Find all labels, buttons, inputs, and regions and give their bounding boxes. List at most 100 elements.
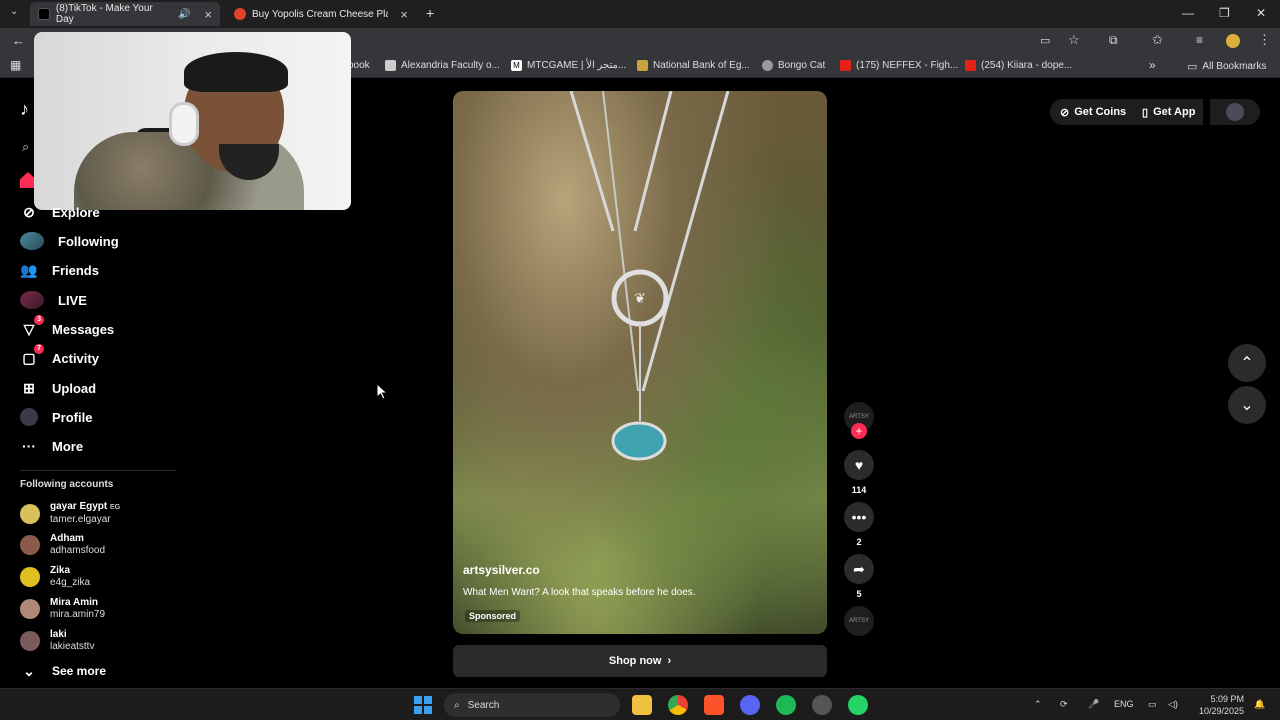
- video-caption: What Men Want? A look that speaks before…: [463, 587, 696, 598]
- close-tab-icon[interactable]: ×: [204, 7, 212, 22]
- sidebar-item-activity[interactable]: ▢ 7 Activity: [20, 344, 99, 367]
- youtube-favicon-icon: [840, 60, 851, 71]
- tray-sync-icon[interactable]: ⟳: [1060, 699, 1068, 710]
- phone-icon: ▯: [1142, 106, 1149, 119]
- sidebar-item-profile[interactable]: Profile: [20, 408, 92, 426]
- back-icon[interactable]: ←: [12, 33, 25, 48]
- webcam-overlay: [34, 32, 351, 210]
- clock[interactable]: 5:09 PM 10/29/2025: [1194, 693, 1244, 717]
- header-profile-avatar[interactable]: [1210, 99, 1260, 125]
- maximize-icon[interactable]: ❐: [1219, 6, 1230, 20]
- app-icon[interactable]: [812, 695, 832, 715]
- brave-icon[interactable]: [704, 695, 724, 715]
- taskbar-search[interactable]: ⌕ Search: [444, 693, 620, 717]
- tab-tiktok[interactable]: (8)TikTok - Make Your Day 🔊 ×: [30, 2, 220, 26]
- windows-taskbar: ⌕ Search ⌃ ⟳ 🎤 ENG ▭ ◁) 5:09 PM 10/29/202…: [0, 688, 1280, 720]
- live-icon: [20, 291, 44, 309]
- language-indicator[interactable]: ENG: [1114, 699, 1134, 709]
- tray-overflow-icon[interactable]: ⌃: [1034, 699, 1042, 710]
- like-button[interactable]: ♥: [844, 450, 874, 480]
- coin-icon: ⊘: [1060, 106, 1070, 119]
- chrome-icon[interactable]: [668, 695, 688, 715]
- sidebar-item-messages[interactable]: ▽ 3 Messages: [20, 315, 114, 338]
- spotify-icon[interactable]: [776, 695, 796, 715]
- sidebar-item-explore[interactable]: ⊘ Explore: [20, 203, 100, 221]
- avatar: [20, 535, 40, 555]
- next-video-button[interactable]: ⌄: [1228, 386, 1266, 424]
- sidebar-item-live[interactable]: LIVE: [20, 291, 87, 309]
- chevron-down-icon: ⌄: [23, 662, 35, 679]
- notifications-icon[interactable]: 🔔: [1254, 699, 1265, 710]
- account-item[interactable]: Adham adhamsfood: [20, 533, 105, 557]
- share-count: 5: [856, 589, 862, 599]
- menu-kebab-icon[interactable]: ⋮: [1258, 32, 1271, 48]
- bookmark-item[interactable]: (175) NEFFEX - Figh...: [840, 60, 958, 71]
- network-icon[interactable]: ▭: [1148, 699, 1157, 710]
- sidebar-item-following[interactable]: Following: [20, 232, 119, 250]
- account-item[interactable]: Mira Amin mira.amin79: [20, 597, 105, 621]
- get-coins-button[interactable]: ⊘ Get Coins: [1050, 99, 1137, 125]
- close-window-icon[interactable]: ✕: [1256, 6, 1266, 20]
- bookmark-star-icon[interactable]: ☆: [1068, 32, 1080, 48]
- new-tab-icon[interactable]: +: [426, 5, 434, 21]
- video-author[interactable]: artsysilver.co: [463, 563, 540, 577]
- bookmark-item[interactable]: National Bank of Eg...: [637, 60, 750, 71]
- video-player[interactable]: ❦ artsysilver.co What Men Want? A look t…: [453, 91, 827, 634]
- activity-badge: 7: [34, 344, 44, 354]
- friends-icon: 👥: [20, 261, 38, 278]
- comment-button[interactable]: •••: [844, 502, 874, 532]
- discord-icon[interactable]: [740, 695, 760, 715]
- bookmark-item[interactable]: (254) Kiiara - dope...: [965, 60, 1072, 71]
- windows-start-icon[interactable]: [413, 695, 433, 715]
- chevron-down-icon: ⌄: [1240, 397, 1254, 414]
- compass-icon: ⊘: [23, 203, 35, 220]
- previous-video-button[interactable]: ⌃: [1228, 344, 1266, 382]
- cat-favicon-icon: [762, 60, 773, 71]
- account-item[interactable]: Zika e4g_zika: [20, 565, 90, 589]
- bookmark-item[interactable]: M MTCGAME | متجر الأ...: [511, 60, 626, 71]
- heart-icon: ♥: [854, 457, 864, 473]
- like-count: 114: [851, 485, 867, 495]
- music-disc[interactable]: ARTSY: [844, 606, 874, 636]
- volume-icon[interactable]: ◁): [1168, 699, 1178, 710]
- shop-now-button[interactable]: Shop now ›: [453, 645, 827, 677]
- bookmark-item[interactable]: Bongo Cat: [762, 60, 825, 71]
- bookmark-item[interactable]: Alexandria Faculty o...: [385, 60, 500, 71]
- person-hair: [184, 52, 288, 92]
- get-app-button[interactable]: ▯ Get App: [1134, 99, 1204, 125]
- close-tab-icon[interactable]: ×: [400, 7, 408, 22]
- tiktok-logo-icon[interactable]: ♪: [20, 99, 29, 120]
- minimize-icon[interactable]: —: [1182, 6, 1194, 20]
- whatsapp-icon[interactable]: [848, 695, 868, 715]
- sidebar-item-more[interactable]: ··· More: [20, 437, 83, 455]
- bookmarks-overflow-icon[interactable]: »: [1149, 58, 1156, 72]
- favorites-icon[interactable]: ✩: [1152, 32, 1163, 48]
- cast-icon[interactable]: ▭: [1040, 34, 1050, 47]
- following-accounts-header: Following accounts: [20, 479, 114, 490]
- tab-yopolis[interactable]: Buy Yopolis Cream Cheese Plain ×: [226, 2, 416, 26]
- account-item[interactable]: laki lakieatsttv: [20, 629, 94, 653]
- profile-avatar-icon[interactable]: [1226, 34, 1240, 48]
- upload-icon: ⊞: [23, 379, 35, 396]
- file-explorer-icon[interactable]: [632, 695, 652, 715]
- search-icon[interactable]: ⌕: [22, 139, 29, 155]
- apps-grid-icon[interactable]: ▦: [10, 58, 21, 72]
- headphone-shape: [169, 102, 199, 146]
- speaker-icon[interactable]: 🔊: [178, 9, 190, 20]
- media-control-icon[interactable]: ≡: [1196, 33, 1203, 47]
- see-more-button[interactable]: ⌄ See more: [20, 662, 106, 680]
- chevron-right-icon: ›: [667, 655, 672, 667]
- tab-list-chevron-icon[interactable]: ⌄: [10, 6, 18, 17]
- share-button[interactable]: ➦: [844, 554, 874, 584]
- sidebar-divider: [20, 470, 176, 471]
- messages-badge: 3: [34, 315, 44, 325]
- shop-favicon-icon: [234, 8, 246, 20]
- extensions-icon[interactable]: ⧉: [1109, 33, 1118, 48]
- sidebar-item-upload[interactable]: ⊞ Upload: [20, 379, 96, 397]
- sidebar-item-friends[interactable]: 👥 Friends: [20, 261, 99, 279]
- all-bookmarks-button[interactable]: ▭ All Bookmarks: [1187, 60, 1266, 73]
- microphone-icon[interactable]: 🎤: [1088, 699, 1099, 710]
- follow-plus-icon[interactable]: +: [851, 423, 867, 439]
- account-item[interactable]: gayar Egypt EG tamer.elgayar: [20, 501, 120, 526]
- bookmark-item[interactable]: book: [348, 60, 370, 71]
